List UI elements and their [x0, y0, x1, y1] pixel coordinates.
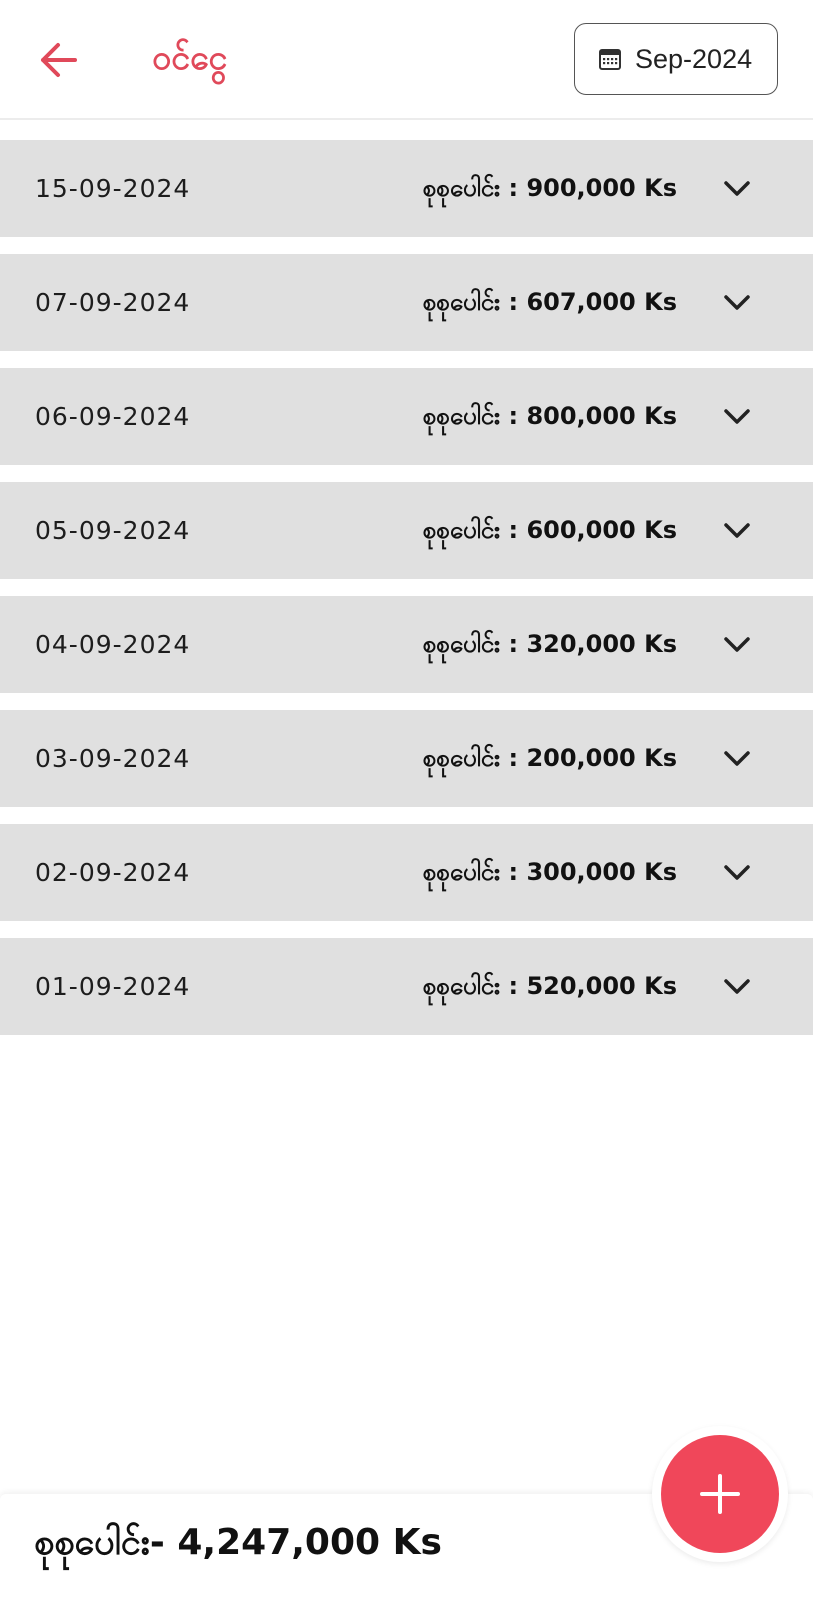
arrow-left-icon: [41, 43, 77, 77]
calendar-icon: [597, 46, 623, 72]
row-date: 03-09-2024: [35, 744, 191, 773]
row-date: 01-09-2024: [35, 972, 191, 1001]
app-header: ဝင်ငွေ Sep-2024: [0, 0, 813, 120]
plus-icon: [700, 1474, 740, 1514]
row-date: 06-09-2024: [35, 402, 191, 431]
page-title: ဝင်ငွေ: [152, 38, 228, 78]
back-button[interactable]: [36, 38, 80, 82]
grand-total: စုစုပေါင်း- 4,247,000 Ks: [34, 1522, 442, 1563]
income-list: 15-09-2024 စုစုပေါင်း : 900,000 Ks 07-09…: [0, 140, 813, 1052]
chevron-down-icon[interactable]: [722, 858, 752, 888]
row-total: စုစုပေါင်း : 320,000 Ks: [422, 630, 677, 658]
row-total: စုစုပေါင်း : 800,000 Ks: [422, 402, 677, 430]
chevron-down-icon[interactable]: [722, 630, 752, 660]
list-item[interactable]: 06-09-2024 စုစုပေါင်း : 800,000 Ks: [0, 368, 813, 465]
row-date: 05-09-2024: [35, 516, 191, 545]
chevron-down-icon[interactable]: [722, 174, 752, 204]
row-date: 07-09-2024: [35, 288, 191, 317]
row-total: စုစုပေါင်း : 300,000 Ks: [422, 858, 677, 886]
list-item[interactable]: 02-09-2024 စုစုပေါင်း : 300,000 Ks: [0, 824, 813, 921]
list-item[interactable]: 04-09-2024 စုစုပေါင်း : 320,000 Ks: [0, 596, 813, 693]
list-item[interactable]: 05-09-2024 စုစုပေါင်း : 600,000 Ks: [0, 482, 813, 579]
row-date: 15-09-2024: [35, 174, 191, 203]
row-total: စုစုပေါင်း : 200,000 Ks: [422, 744, 677, 772]
list-item[interactable]: 03-09-2024 စုစုပေါင်း : 200,000 Ks: [0, 710, 813, 807]
chevron-down-icon[interactable]: [722, 744, 752, 774]
row-date: 02-09-2024: [35, 858, 191, 887]
row-total: စုစုပေါင်း : 600,000 Ks: [422, 516, 677, 544]
income-screen: ဝင်ငွေ Sep-2024 15-09-2024 စုစုပေါင်း : …: [0, 0, 813, 1600]
list-item[interactable]: 01-09-2024 စုစုပေါင်း : 520,000 Ks: [0, 938, 813, 1035]
chevron-down-icon[interactable]: [722, 402, 752, 432]
chevron-down-icon[interactable]: [722, 516, 752, 546]
chevron-down-icon[interactable]: [722, 288, 752, 318]
row-total: စုစုပေါင်း : 607,000 Ks: [422, 288, 677, 316]
month-label: Sep-2024: [635, 43, 753, 74]
row-total: စုစုပေါင်း : 900,000 Ks: [422, 174, 677, 202]
list-item[interactable]: 15-09-2024 စုစုပေါင်း : 900,000 Ks: [0, 140, 813, 237]
row-date: 04-09-2024: [35, 630, 191, 659]
chevron-down-icon[interactable]: [722, 972, 752, 1002]
month-picker-button[interactable]: Sep-2024: [574, 23, 778, 95]
add-income-button[interactable]: [661, 1435, 779, 1553]
list-item[interactable]: 07-09-2024 စုစုပေါင်း : 607,000 Ks: [0, 254, 813, 351]
row-total: စုစုပေါင်း : 520,000 Ks: [422, 972, 677, 1000]
